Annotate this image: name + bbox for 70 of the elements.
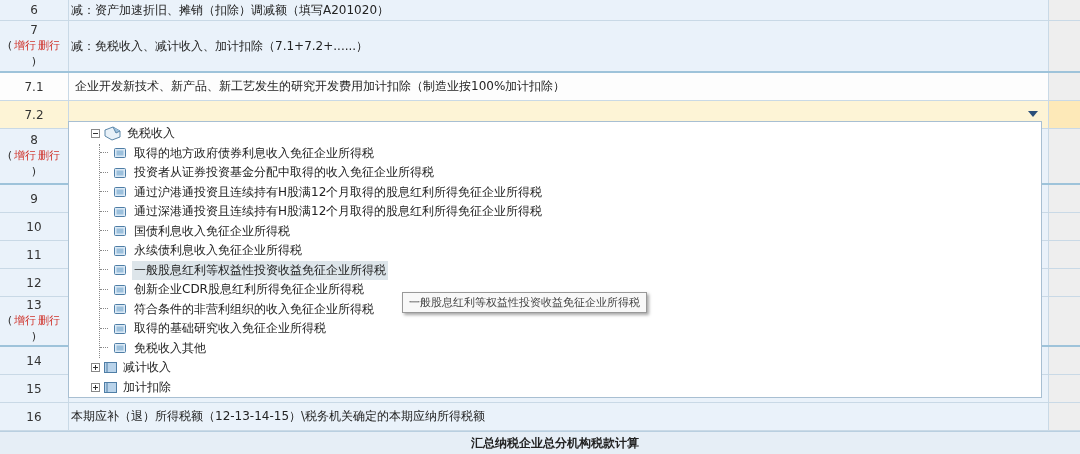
row-number: 8 (30, 132, 38, 148)
bracket: ( (7, 313, 13, 329)
row-description: 减：资产加速折旧、摊销（扣除）调减额（填写A201020） (71, 1, 390, 19)
expand-icon[interactable] (91, 382, 100, 392)
connector-line (100, 230, 108, 233)
document-icon (114, 148, 126, 159)
tree-item[interactable]: 创新企业CDR股息红利所得免征企业所得税 (132, 280, 366, 300)
delete-row-link[interactable]: 删行 (38, 38, 61, 54)
tree-item[interactable]: 免税收入其他 (132, 338, 208, 358)
row-number: 14 (26, 352, 42, 369)
add-row-link[interactable]: 增行 (14, 148, 37, 164)
document-icon (114, 206, 126, 217)
dropdown-caret-icon[interactable] (1028, 111, 1038, 117)
bracket: ( (7, 38, 13, 54)
connector-line (100, 152, 108, 155)
row-number: 7.2 (24, 106, 44, 123)
row-number: 7 (30, 22, 38, 38)
tooltip: 一般股息红利等权益性投资收益免征企业所得税 (402, 292, 647, 313)
row-number: 9 (30, 190, 38, 207)
folder-icon (104, 126, 121, 142)
document-icon (114, 265, 126, 276)
tree-item[interactable]: 通过深港通投资且连续持有H股满12个月取得的股息红利所得免征企业所得税 (132, 202, 545, 222)
tree-item[interactable]: 通过沪港通投资且连续持有H股满12个月取得的股息红利所得免征企业所得税 (132, 182, 545, 202)
row-number: 16 (26, 408, 42, 425)
delete-row-link[interactable]: 删行 (38, 148, 61, 164)
section-title: 汇总纳税企业总分机构税款计算 (471, 434, 639, 452)
connector-line (100, 308, 108, 311)
tree-item[interactable]: 取得的地方政府债券利息收入免征企业所得税 (132, 143, 376, 163)
book-icon (104, 381, 117, 393)
connector-line (100, 249, 108, 252)
tree-item[interactable]: 加计扣除 (121, 377, 173, 397)
tree-item[interactable]: 永续债利息收入免征企业所得税 (132, 241, 304, 261)
delete-row-link[interactable]: 删行 (38, 313, 61, 329)
document-icon (114, 323, 126, 334)
connector-line (100, 327, 108, 330)
document-icon (114, 167, 126, 178)
row-number: 7.1 (24, 78, 44, 95)
row-number: 12 (26, 274, 42, 291)
connector-line (100, 171, 108, 174)
add-row-link[interactable]: 增行 (14, 38, 37, 54)
bracket: ) (31, 54, 37, 70)
document-icon (114, 245, 126, 256)
add-row-link[interactable]: 增行 (14, 313, 37, 329)
row-number: 6 (30, 2, 38, 18)
tree-item[interactable]: 取得的基础研究收入免征企业所得税 (132, 319, 328, 339)
bracket: ) (31, 164, 37, 180)
tree-item[interactable]: 减计收入 (121, 358, 173, 378)
document-icon (114, 226, 126, 237)
row-description: 本期应补（退）所得税额（12-13-14-15）\税务机关确定的本期应纳所得税额 (71, 408, 486, 425)
document-icon (114, 284, 126, 295)
tree-item[interactable]: 符合条件的非营利组织的收入免征企业所得税 (132, 299, 376, 319)
tree-item[interactable]: 投资者从证券投资基金分配中取得的收入免征企业所得税 (132, 163, 436, 183)
tree-item[interactable]: 一般股息红利等权益性投资收益免征企业所得税 (132, 260, 388, 280)
bracket: ) (31, 329, 37, 345)
row-number: 11 (26, 246, 42, 263)
table-cell (1049, 101, 1080, 128)
tree-item[interactable]: 国债利息收入免征企业所得税 (132, 221, 292, 241)
row-description: 企业开发新技术、新产品、新工艺发生的研究开发费用加计扣除（制造业按100%加计扣除） (75, 78, 566, 95)
row-number: 15 (26, 380, 42, 397)
book-icon (104, 362, 117, 374)
expand-icon[interactable] (91, 363, 100, 373)
document-icon (114, 304, 126, 315)
row-number: 13 (26, 297, 42, 313)
document-icon (114, 187, 126, 198)
collapse-icon[interactable] (91, 129, 100, 139)
row-number: 10 (26, 218, 42, 235)
bracket: ( (7, 148, 13, 164)
document-icon (114, 343, 126, 354)
row-description: 减：免税收入、减计收入、加计扣除（7.1+7.2+......） (71, 37, 369, 55)
tree-item[interactable]: 免税收入 (125, 124, 177, 144)
